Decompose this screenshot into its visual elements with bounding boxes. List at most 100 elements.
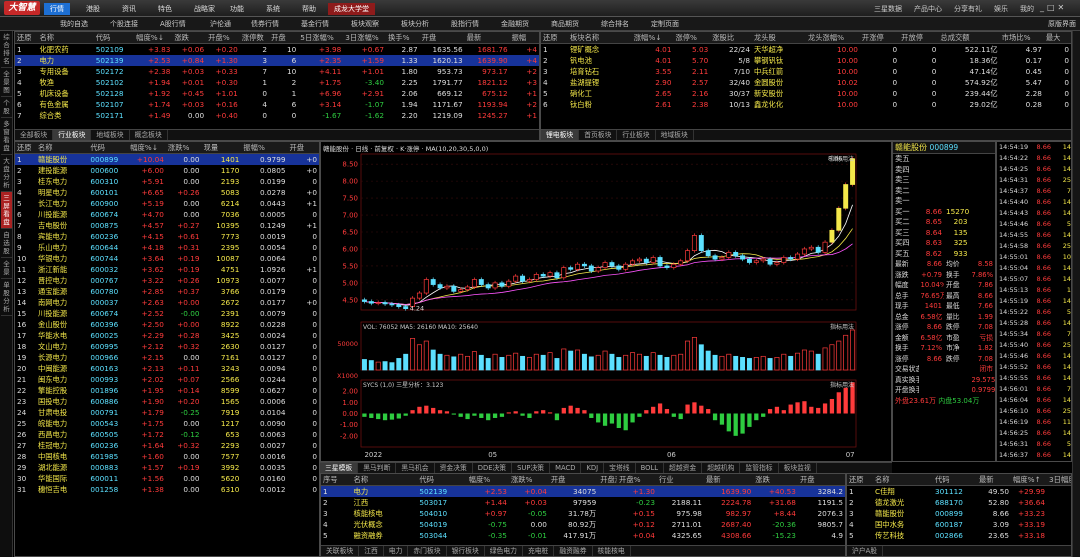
main-tab-2[interactable]: 资讯 (116, 3, 142, 15)
table-row[interactable]: 6 钛白粉 2.61 2.38 10/13 鑫龙化化 10.00 0 0 29.02亿 0.28 0 (541, 99, 1071, 110)
indicator-help-link[interactable]: 指标用法 (830, 381, 854, 389)
panel-tab-3[interactable]: 地域板块 (656, 130, 694, 140)
panel-tab-3[interactable]: 概念板块 (130, 130, 168, 140)
window-controls[interactable]: _□✕ (1040, 3, 1076, 14)
table-row[interactable]: 10 华银电力 600744 +3.64 +0.19 10087 0.0064 0 (15, 253, 319, 264)
main-tab-1[interactable]: 港股 (80, 3, 106, 15)
column-header[interactable]: 最新 (464, 32, 510, 44)
menu-item-2[interactable]: A股行情 (156, 18, 190, 30)
top-link-3[interactable]: 娱乐 (994, 3, 1008, 15)
table-row[interactable]: 15 川投能源 600674 +2.52 -0.00 2391 0.0079 0 (15, 308, 319, 319)
bid-row[interactable]: 买一 8.66 15270 (893, 207, 995, 218)
table-row[interactable]: 20 中闽能源 600163 +2.13 +0.11 3243 0.0094 0 (15, 363, 319, 374)
column-header[interactable]: 开盘% (206, 32, 240, 44)
column-header[interactable]: 幅度% (466, 474, 509, 486)
column-header[interactable]: 涨跌% (508, 474, 549, 486)
indicator-tab-5[interactable]: SUP决策 (512, 463, 551, 473)
indicator-tab-0[interactable]: 三星模板 (320, 463, 359, 473)
table-row[interactable]: 1 化肥农药 502109 +3.83 +0.06 +0.20 2 10 +3.98 +0.67 2… (15, 44, 539, 56)
column-header[interactable]: 龙头股 (751, 32, 806, 44)
table-row[interactable]: 3 赣能股份 000899 8.66 +33.23 (847, 508, 1071, 519)
main-tab-7[interactable]: 帮助 (296, 3, 322, 15)
table-row[interactable]: 2 钒电池 4.01 5.70 5/8 攀钢钒钛 10.00 0 0 18.36亿 0.17 0 (541, 55, 1071, 66)
column-header[interactable]: 名称 (35, 142, 89, 154)
table-row[interactable]: 6 川投能源 600674 +4.70 0.00 7036 0.0005 0 (15, 209, 319, 220)
column-header[interactable]: 3日涨幅% (343, 32, 386, 44)
table-row[interactable]: 3 培育钻石 3.55 2.11 7/10 中兵红箭 10.00 0 0 47.14亿 0.45 0 (541, 66, 1071, 77)
column-header[interactable]: 总成交额 (938, 32, 1000, 44)
table-row[interactable]: 5 机床设备 502128 +1.92 +0.45 +1.01 0 1 +6.96 +2.91 2.… (15, 88, 539, 99)
panel-tab-0[interactable]: 沪户A股 (847, 546, 884, 556)
ask-row[interactable]: 卖二 (893, 186, 995, 197)
table-row[interactable]: 4 盐湖提锂 2.90 2.57 32/40 金圆股份 10.02 0 0 574.92亿 5.47… (541, 77, 1071, 88)
indicator-tab-13[interactable]: 板块监视 (779, 463, 817, 473)
menu-item-9[interactable]: 金融期货 (497, 18, 533, 30)
column-header[interactable]: 市场比% (999, 32, 1044, 44)
column-header[interactable]: 板块名称 (567, 32, 632, 44)
indicator-tab-11[interactable]: 超越机构 (702, 463, 741, 473)
main-tab-5[interactable]: 功能 (224, 3, 250, 15)
main-tab-4[interactable]: 战略家 (188, 3, 221, 15)
column-header[interactable]: 换手% (385, 32, 420, 44)
bid-row[interactable]: 买五 8.62 933 (893, 249, 995, 260)
table-row[interactable]: 13 通宝能源 600780 +2.85 +0.37 3766 0.0179 0 (15, 286, 319, 297)
ask-row[interactable]: 卖五 (893, 154, 995, 165)
column-header[interactable]: 代码 (93, 32, 135, 44)
top-link-1[interactable]: 产品中心 (914, 3, 942, 15)
column-header[interactable]: 涨跌 (753, 474, 798, 486)
table-row[interactable]: 4 牧渔 502102 +1.94 +0.01 +0.30 1 2 +1.75 -3.40 2.25… (15, 77, 539, 88)
column-header[interactable]: 现量 (201, 142, 242, 154)
panel-tab-1[interactable]: 首页板块 (579, 130, 618, 140)
table-row[interactable]: 19 长源电力 000966 +2.15 0.00 7161 0.0127 0 (15, 352, 319, 363)
table-row[interactable]: 4 光伏概念 504019 -0.75 0.00 80.92万 +0.12 2711.01 26… (321, 519, 845, 530)
column-header[interactable]: 龙头涨幅% (805, 32, 860, 44)
panel-tab-8[interactable]: 核能核电 (593, 546, 631, 556)
column-header[interactable]: 代码 (88, 142, 129, 154)
indicator-help-link[interactable]: 指标用法 (830, 323, 854, 331)
side-tab-7[interactable]: 全景 (1, 258, 12, 279)
table-row[interactable]: 25 皖能电力 000543 +1.75 0.00 1217 0.0090 0 (15, 418, 319, 429)
column-header[interactable]: 还原 (541, 32, 568, 44)
column-header[interactable]: 开盘涨跌% (598, 474, 618, 486)
column-header[interactable]: 5日涨幅% (298, 32, 344, 44)
panel-tab-6[interactable]: 充电桩 (523, 546, 555, 556)
column-header[interactable]: 最大 (1043, 32, 1071, 44)
table-row[interactable]: 23 国投电力 600886 +1.90 +0.20 1565 0.0006 0 (15, 396, 319, 407)
panel-tab-2[interactable]: 电力 (384, 546, 409, 556)
panel-tab-0[interactable]: 锂电板块 (541, 130, 580, 140)
top-link-4[interactable]: 我的 (1020, 3, 1034, 15)
table-row[interactable]: 2 电力 502139 +2.53 +0.84 +1.30 3 6 +2.35 +1.59 1.33… (15, 55, 539, 66)
table-row[interactable]: 5 融资融券 503044 -0.35 -0.01 417.91万 +0.04 4325.65… (321, 530, 845, 541)
top-link-2[interactable]: 分享有礼 (954, 3, 982, 15)
side-tab-2[interactable]: 个股 (1, 97, 12, 118)
table-row[interactable]: 14 南网电力 000037 +2.63 +0.00 2672 0.0177 +0 (15, 297, 319, 308)
panel-tab-7[interactable]: 融资融券 (554, 546, 593, 556)
bid-row[interactable]: 买四 8.63 325 (893, 238, 995, 249)
column-header[interactable]: 名称 (351, 474, 418, 486)
table-row[interactable]: 18 文山电力 600995 +2.12 +0.32 2630 0.0127 0 (15, 341, 319, 352)
table-row[interactable]: 2 江西 503017 +1.44 +0.03 97959 -0.23 2188.11 2224… (321, 497, 845, 508)
table-row[interactable]: 4 明星电力 600101 +6.65 +0.26 5083 0.0278 +0 (15, 187, 319, 198)
kline-chart[interactable]: 8.50 8.00 7.50 7.00 6.50 6.00 5.50 5.00 4.50 4.24… (321, 142, 891, 461)
panel-tab-1[interactable]: 行业板块 (53, 130, 92, 140)
table-row[interactable]: 3 核能核电 504010 +0.97 -0.05 31.78万 +0.15 975.98 98… (321, 508, 845, 519)
column-header[interactable]: 涨跌% (165, 142, 202, 154)
main-tab-6[interactable]: 系统 (260, 3, 286, 15)
column-header[interactable]: 行业 (656, 474, 704, 486)
menu-item-1[interactable]: 个股连接 (106, 18, 142, 30)
side-tab-8[interactable]: 单股分析 (1, 279, 12, 316)
menu-item-0[interactable]: 我的自选 (56, 18, 92, 30)
table-row[interactable]: 31 穗恒吉电 001258 +1.38 0.00 6310 0.0012 0 (15, 484, 319, 495)
table-row[interactable]: 28 中国核电 601985 +1.60 0.00 7577 0.0016 0 (15, 451, 319, 462)
indicator-help-link[interactable]: 指标用法 (830, 155, 854, 163)
indicator-tab-6[interactable]: MACD (550, 463, 582, 473)
table-row[interactable]: 8 宾能电力 600236 +4.15 +0.61 7773 0.0019 0 (15, 231, 319, 242)
column-header[interactable]: 开盘 (287, 142, 319, 154)
panel-tab-3[interactable]: 赤门板块 (408, 546, 447, 556)
table-row[interactable]: 7 综合类 502171 +1.49 0.00 +0.40 0 0 -1.67 -1.62 2.20… (15, 110, 539, 121)
ask-row[interactable]: 卖一 (893, 196, 995, 207)
table-row[interactable]: 3 专用设备 502172 +2.38 +0.03 +0.33 7 10 +4.11 +1.01 1… (15, 66, 539, 77)
table-row[interactable]: 22 擎能控股 001896 +1.95 +0.14 8599 0.0627 0 (15, 385, 319, 396)
side-tab-0[interactable]: 综合排名 (1, 31, 12, 68)
column-header[interactable]: 最新 (703, 474, 754, 486)
